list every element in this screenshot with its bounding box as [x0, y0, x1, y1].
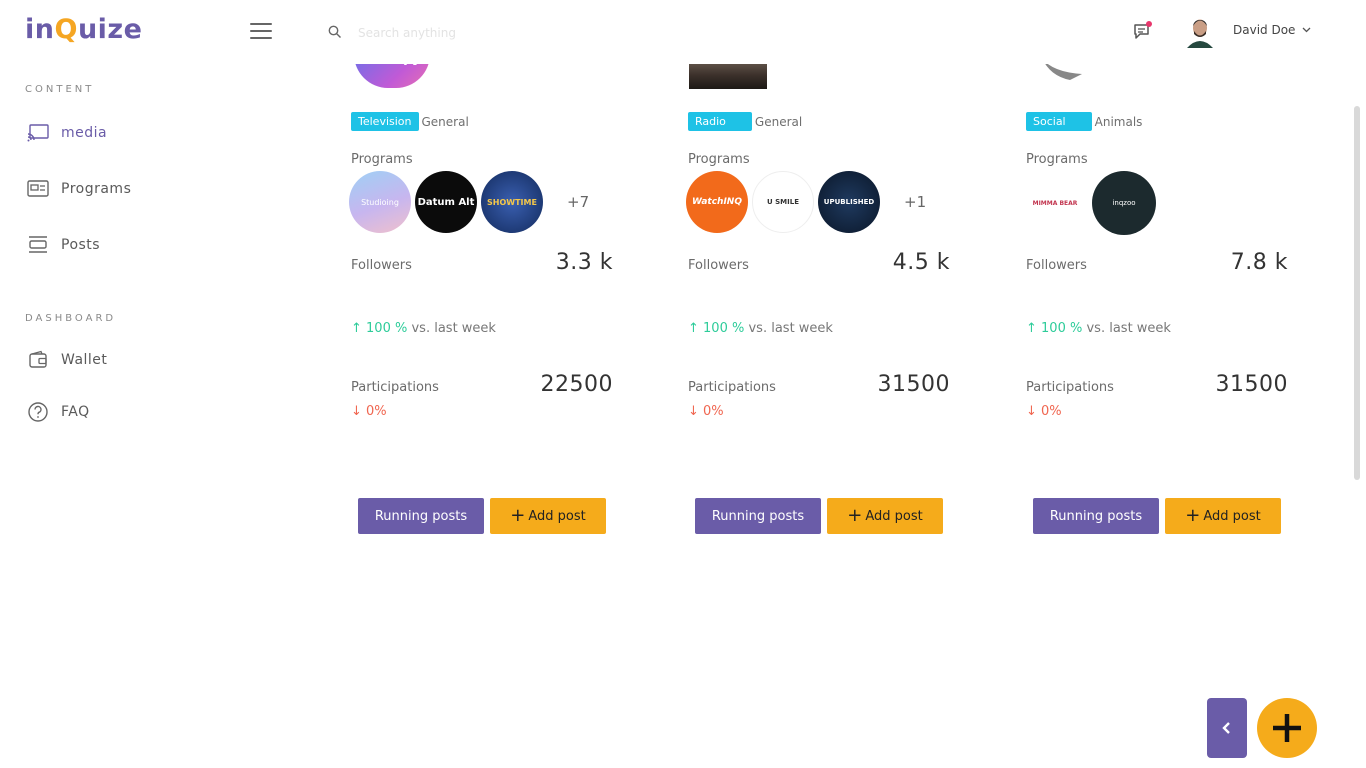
participations-value: 31500	[877, 372, 950, 397]
trend-value: 100 %	[1041, 321, 1083, 336]
running-posts-button[interactable]: Running posts	[358, 498, 484, 534]
programs-label: Programs	[351, 152, 413, 167]
arrow-down-icon: ↓	[1026, 404, 1042, 419]
program-avatar[interactable]: WatchINQ	[686, 171, 748, 233]
trend-indicator: ↑ 100 % vs. last week	[688, 321, 833, 336]
media-card: Social Animals Programs MIMMA BEAR inqzo…	[1024, 58, 1288, 534]
program-avatar[interactable]: SHOWTIME	[481, 171, 543, 233]
trend-text: vs. last week	[1086, 321, 1171, 336]
programs-more-count[interactable]: +7	[567, 193, 589, 211]
category-label: General	[754, 114, 803, 129]
tag-row: Television General	[351, 112, 469, 131]
program-avatar[interactable]: U SMILE	[752, 171, 814, 233]
avatar[interactable]	[1184, 14, 1216, 48]
followers-label: Followers	[688, 258, 749, 273]
trend-value: 100 %	[703, 321, 745, 336]
trend-indicator: ↑ 100 % vs. last week	[351, 321, 496, 336]
participations-label: Participations	[351, 380, 439, 395]
add-post-button[interactable]: + Add post	[490, 498, 606, 534]
participations-value: 22500	[540, 372, 613, 397]
followers-value: 7.8 k	[1230, 250, 1288, 275]
sidebar-item-label: media	[61, 125, 108, 141]
programs-list: Studioing Datum Alt SHOWTIME +7	[349, 171, 589, 233]
programs-label: Programs	[1026, 152, 1088, 167]
running-posts-button[interactable]: Running posts	[1033, 498, 1159, 534]
plus-icon: +	[1185, 505, 1201, 526]
tag-row: Radio General	[688, 112, 802, 131]
sidebar-item-posts[interactable]: Posts	[26, 232, 100, 258]
participations-value: 31500	[1215, 372, 1288, 397]
sidebar: CONTENT media Programs Posts DASHBOARD W…	[0, 64, 300, 768]
running-posts-button[interactable]: Running posts	[695, 498, 821, 534]
participations-change: ↓ 0%	[688, 404, 724, 419]
sidebar-item-label: Posts	[61, 237, 101, 253]
menu-toggle-icon[interactable]	[250, 23, 272, 41]
trend-indicator: ↑ 100 % vs. last week	[1026, 321, 1171, 336]
arrow-up-icon: ↑	[1026, 321, 1042, 336]
programs-more-count[interactable]: +1	[904, 193, 926, 211]
category-label: Animals	[1094, 114, 1143, 129]
program-avatar[interactable]: Datum Alt	[415, 171, 477, 233]
participations-change: ↓ 0%	[351, 404, 387, 419]
programs-label: Programs	[688, 152, 750, 167]
top-header: inQuize David Doe	[0, 0, 1366, 64]
media-card: TV Television General Programs Studioing…	[349, 54, 613, 534]
programs-list: WatchINQ U SMILE UPUBLISHED +1	[686, 171, 926, 233]
section-label-content: CONTENT	[25, 84, 95, 95]
trend-text: vs. last week	[748, 321, 833, 336]
type-tag: Television	[351, 112, 419, 131]
section-label-dashboard: DASHBOARD	[25, 313, 117, 324]
participations-label: Participations	[688, 380, 776, 395]
arrow-up-icon: ↑	[688, 321, 704, 336]
followers-value: 4.5 k	[892, 250, 950, 275]
type-tag: Social	[1026, 112, 1092, 131]
add-post-button[interactable]: + Add post	[1165, 498, 1281, 534]
app-logo[interactable]: inQuize	[25, 14, 142, 45]
search-input[interactable]	[356, 20, 660, 46]
program-avatar[interactable]: inqzoo	[1092, 171, 1156, 235]
posts-icon	[26, 233, 50, 257]
plus-icon: +	[510, 505, 526, 526]
program-avatar[interactable]: MIMMA BEAR	[1024, 172, 1086, 234]
search-icon	[328, 25, 341, 38]
followers-label: Followers	[351, 258, 412, 273]
category-label: General	[421, 114, 469, 129]
sidebar-item-wallet[interactable]: Wallet	[26, 347, 107, 373]
help-circle-icon	[26, 400, 50, 424]
wallet-icon	[26, 348, 50, 372]
sidebar-item-label: Programs	[61, 181, 132, 197]
media-card: Radio General Programs WatchINQ U SMILE …	[686, 54, 950, 534]
scrollbar-thumb[interactable]	[1354, 106, 1360, 480]
arrow-up-icon: ↑	[351, 321, 367, 336]
notification-dot	[1146, 21, 1152, 27]
chevron-down-icon[interactable]	[1302, 27, 1311, 33]
plus-icon: +	[847, 505, 863, 526]
add-post-button[interactable]: + Add post	[827, 498, 943, 534]
sidebar-item-label: FAQ	[61, 404, 90, 420]
participations-change: ↓ 0%	[1026, 404, 1062, 419]
program-avatar[interactable]: UPUBLISHED	[818, 171, 880, 233]
cast-icon	[26, 121, 50, 145]
chevron-left-icon	[1222, 722, 1230, 734]
sidebar-item-programs[interactable]: Programs	[26, 176, 131, 202]
tag-row: Social Animals	[1026, 112, 1142, 131]
program-avatar[interactable]: Studioing	[349, 171, 411, 233]
sidebar-item-label: Wallet	[61, 352, 108, 368]
arrow-down-icon: ↓	[688, 404, 704, 419]
user-name[interactable]: David Doe	[1233, 23, 1295, 37]
collapse-button[interactable]	[1207, 698, 1247, 758]
followers-label: Followers	[1026, 258, 1087, 273]
arrow-down-icon: ↓	[351, 404, 367, 419]
plus-icon	[1273, 714, 1301, 742]
floating-add-button[interactable]	[1257, 698, 1317, 758]
programs-icon	[26, 177, 50, 201]
sidebar-item-media[interactable]: media	[26, 120, 107, 146]
programs-list: MIMMA BEAR inqzoo	[1024, 171, 1180, 235]
sidebar-item-faq[interactable]: FAQ	[26, 399, 90, 425]
followers-value: 3.3 k	[555, 250, 613, 275]
trend-value: 100 %	[366, 321, 408, 336]
type-tag: Radio	[688, 112, 752, 131]
participations-label: Participations	[1026, 380, 1114, 395]
trend-text: vs. last week	[411, 321, 496, 336]
